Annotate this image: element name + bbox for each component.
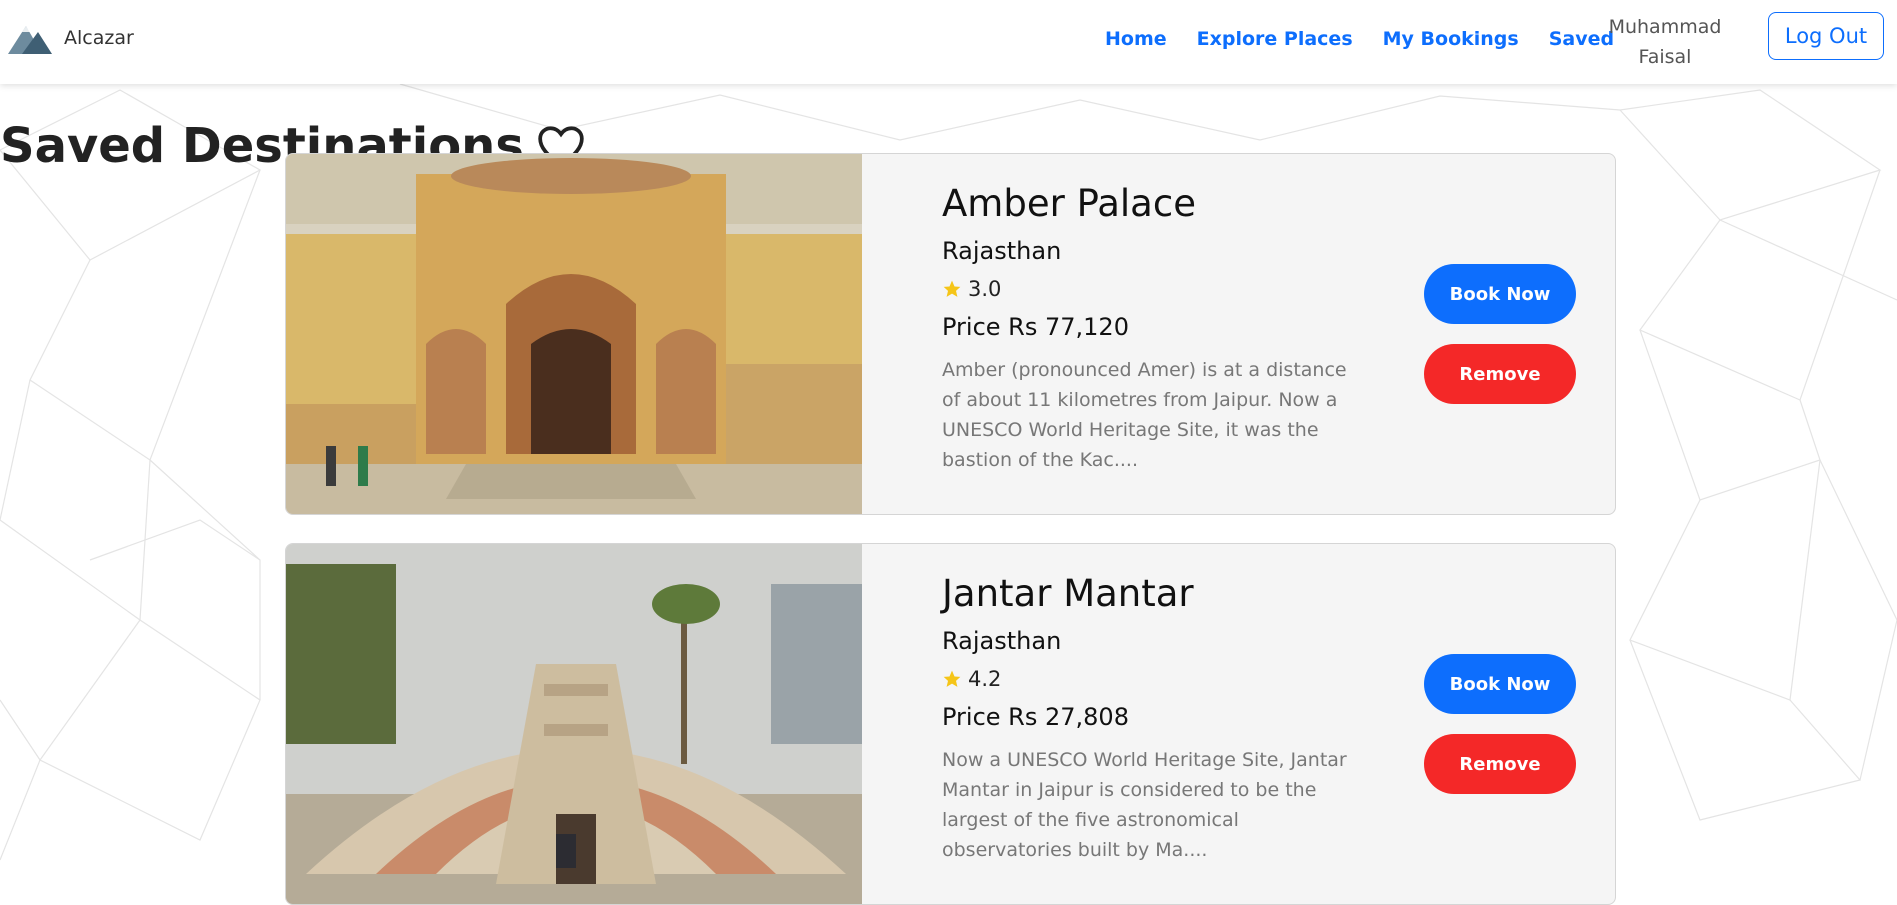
observatory-photo [286,544,862,904]
destination-name: Jantar Mantar [942,572,1194,615]
destination-rating: 3.0 [942,277,1362,301]
book-now-button[interactable]: Book Now [1424,264,1576,324]
remove-button[interactable]: Remove [1424,344,1576,404]
logout-button[interactable]: Log Out [1768,12,1884,60]
destination-info: Jantar Mantar Rajasthan 4.2 Price Rs 27,… [942,572,1362,865]
destination-info: Amber Palace Rajasthan 3.0 Price Rs 77,1… [942,182,1362,475]
book-now-button[interactable]: Book Now [1424,654,1576,714]
star-icon [943,670,961,687]
top-navbar: Alcazar Home Explore Places My Bookings … [0,0,1897,84]
destination-description: Now a UNESCO World Heritage Site, Jantar… [942,749,1347,861]
remove-button[interactable]: Remove [1424,734,1576,794]
destination-card: Jantar Mantar Rajasthan 4.2 Price Rs 27,… [285,543,1616,905]
nav-bookings-link[interactable]: My Bookings [1383,28,1519,50]
destination-image [286,154,862,514]
destination-card: Amber Palace Rajasthan 3.0 Price Rs 77,1… [285,153,1616,515]
brand[interactable]: Alcazar [8,20,134,56]
rating-value: 3.0 [968,277,1002,301]
destination-price: Price Rs 77,120 [942,313,1129,341]
brand-name: Alcazar [64,27,134,49]
destination-state: Rajasthan [942,237,1062,265]
nav-home-link[interactable]: Home [1105,28,1167,50]
palace-photo [286,154,862,514]
destination-image [286,544,862,904]
rating-value: 4.2 [968,667,1002,691]
destination-rating: 4.2 [942,667,1362,691]
destination-name: Amber Palace [942,182,1196,225]
mountain-logo-icon [8,26,52,54]
nav-explore-link[interactable]: Explore Places [1197,28,1353,50]
star-icon [943,280,961,297]
destination-state: Rajasthan [942,627,1062,655]
destination-price: Price Rs 27,808 [942,703,1129,731]
destination-description: Amber (pronounced Amer) is at a distance… [942,359,1347,471]
user-name: Muhammad Faisal [1608,16,1722,68]
nav-links: Home Explore Places My Bookings Saved [1105,28,1644,50]
